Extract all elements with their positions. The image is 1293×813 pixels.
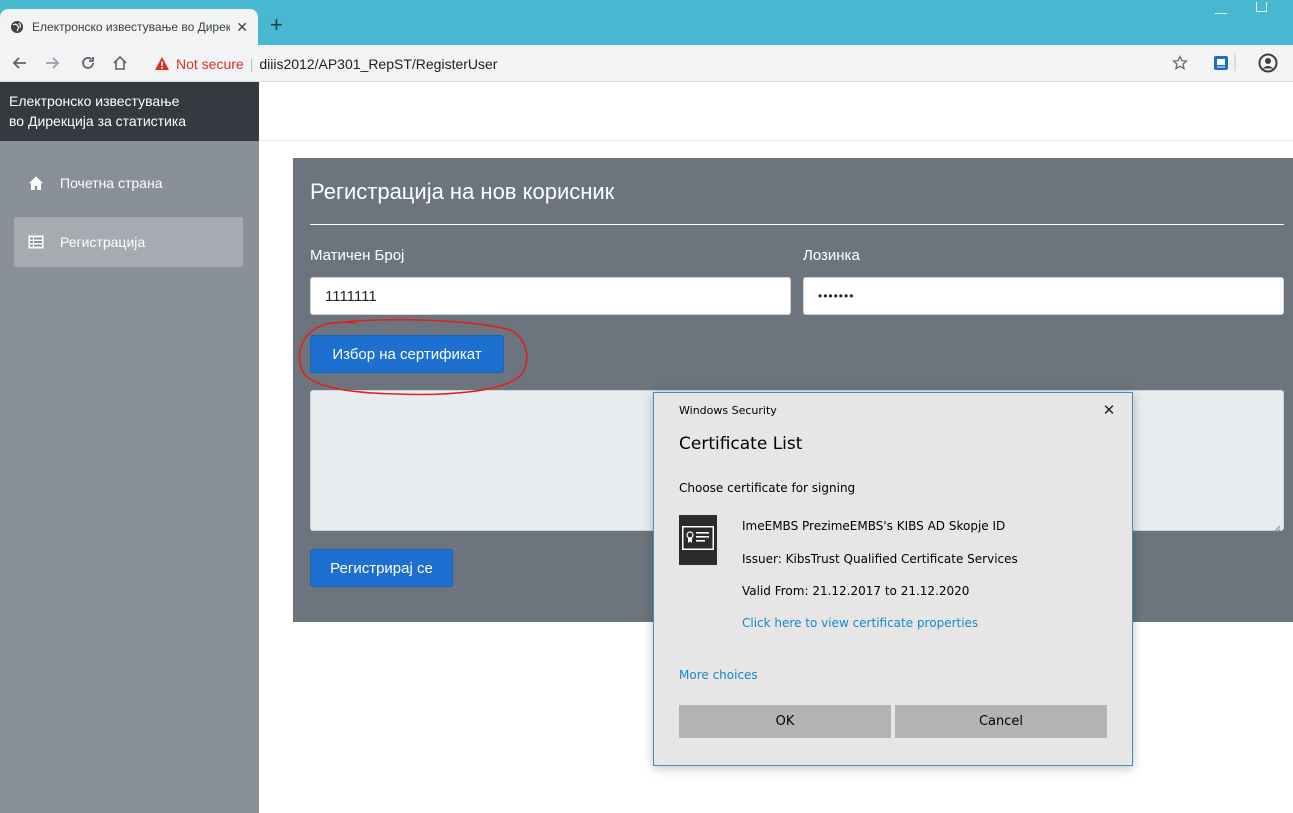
id-number-input[interactable]: 1111111 (310, 277, 791, 315)
browser-toolbar: Not secure | diiis2012/AP301_RepST/Regis… (0, 45, 1293, 82)
window-maximize-icon[interactable] (1256, 2, 1267, 12)
dialog-prompt: Choose certificate for signing (679, 481, 856, 495)
tab-close-icon[interactable]: ✕ (236, 19, 248, 36)
brand-line-2: во Дирекција за статистика (9, 113, 187, 129)
back-arrow-icon[interactable] (10, 53, 30, 73)
cancel-button[interactable]: Cancel (895, 705, 1107, 738)
page-topbar (259, 82, 1293, 141)
window-minimize-icon[interactable] (1215, 2, 1227, 14)
view-properties-link[interactable]: Click here to view certificate propertie… (742, 616, 978, 630)
register-button[interactable]: Регистрирај се (310, 549, 453, 587)
address-bar[interactable]: Not secure | diiis2012/AP301_RepST/Regis… (148, 49, 1208, 78)
page-title: Регистрација на нов корисник (310, 179, 615, 204)
password-label: Лозинка (803, 247, 860, 264)
tab-title: Електронско известување во Дирекција за … (32, 20, 231, 34)
choose-certificate-button[interactable]: Избор на сертификат (310, 335, 504, 373)
warning-icon (154, 56, 170, 72)
id-number-label: Матичен Број (310, 247, 405, 264)
url-text: diiis2012/AP301_RepST/RegisterUser (259, 55, 498, 72)
reload-icon[interactable] (78, 53, 98, 73)
sidebar-item-label: Почетна страна (60, 175, 163, 191)
new-tab-button[interactable]: + (270, 14, 283, 36)
sidebar-item-registration[interactable]: Регистрација (14, 217, 243, 267)
home-button-icon[interactable] (110, 53, 130, 73)
forward-arrow-icon[interactable] (42, 53, 62, 73)
list-icon (28, 234, 44, 250)
more-choices-link[interactable]: More choices (679, 668, 758, 682)
certificate-validity: Valid From: 21.12.2017 to 21.12.2020 (742, 584, 970, 598)
not-secure-label: Not secure (176, 55, 244, 72)
certificate-icon (679, 515, 717, 565)
password-input[interactable]: ••••••• (803, 277, 1284, 315)
dialog-title: Certificate List (679, 434, 803, 454)
globe-icon (10, 20, 24, 34)
title-divider (310, 224, 1284, 225)
profile-icon[interactable] (1258, 53, 1278, 73)
home-icon (28, 175, 44, 191)
dialog-caption: Windows Security (679, 404, 777, 417)
certificate-issuer: Issuer: KibsTrust Qualified Certificate … (742, 552, 1018, 566)
address-separator: | (249, 55, 254, 72)
ok-button[interactable]: OK (679, 705, 891, 738)
sidebar: Електронско известување во Дирекција за … (0, 82, 259, 813)
browser-tab[interactable]: Електронско известување во Дирекција за … (0, 9, 258, 45)
brand-line-1: Електронско известување (9, 93, 180, 109)
app-brand[interactable]: Електронско известување во Дирекција за … (0, 82, 259, 141)
sidebar-item-label: Регистрација (60, 234, 146, 250)
dialog-close-icon[interactable]: ✕ (1100, 401, 1118, 419)
sidebar-item-home[interactable]: Почетна страна (14, 158, 243, 208)
browser-tabstrip: Електронско известување во Дирекција за … (0, 0, 1293, 45)
extension-icon[interactable] (1211, 53, 1231, 73)
toolbar-divider (1234, 53, 1236, 71)
resize-grip-icon[interactable] (1273, 520, 1281, 533)
bookmark-star-icon[interactable] (1170, 53, 1190, 73)
windows-security-dialog: Windows Security ✕ Certificate List Choo… (653, 392, 1133, 766)
certificate-name[interactable]: ImeEMBS PrezimeEMBS's KIBS AD Skopje ID (742, 519, 1005, 533)
